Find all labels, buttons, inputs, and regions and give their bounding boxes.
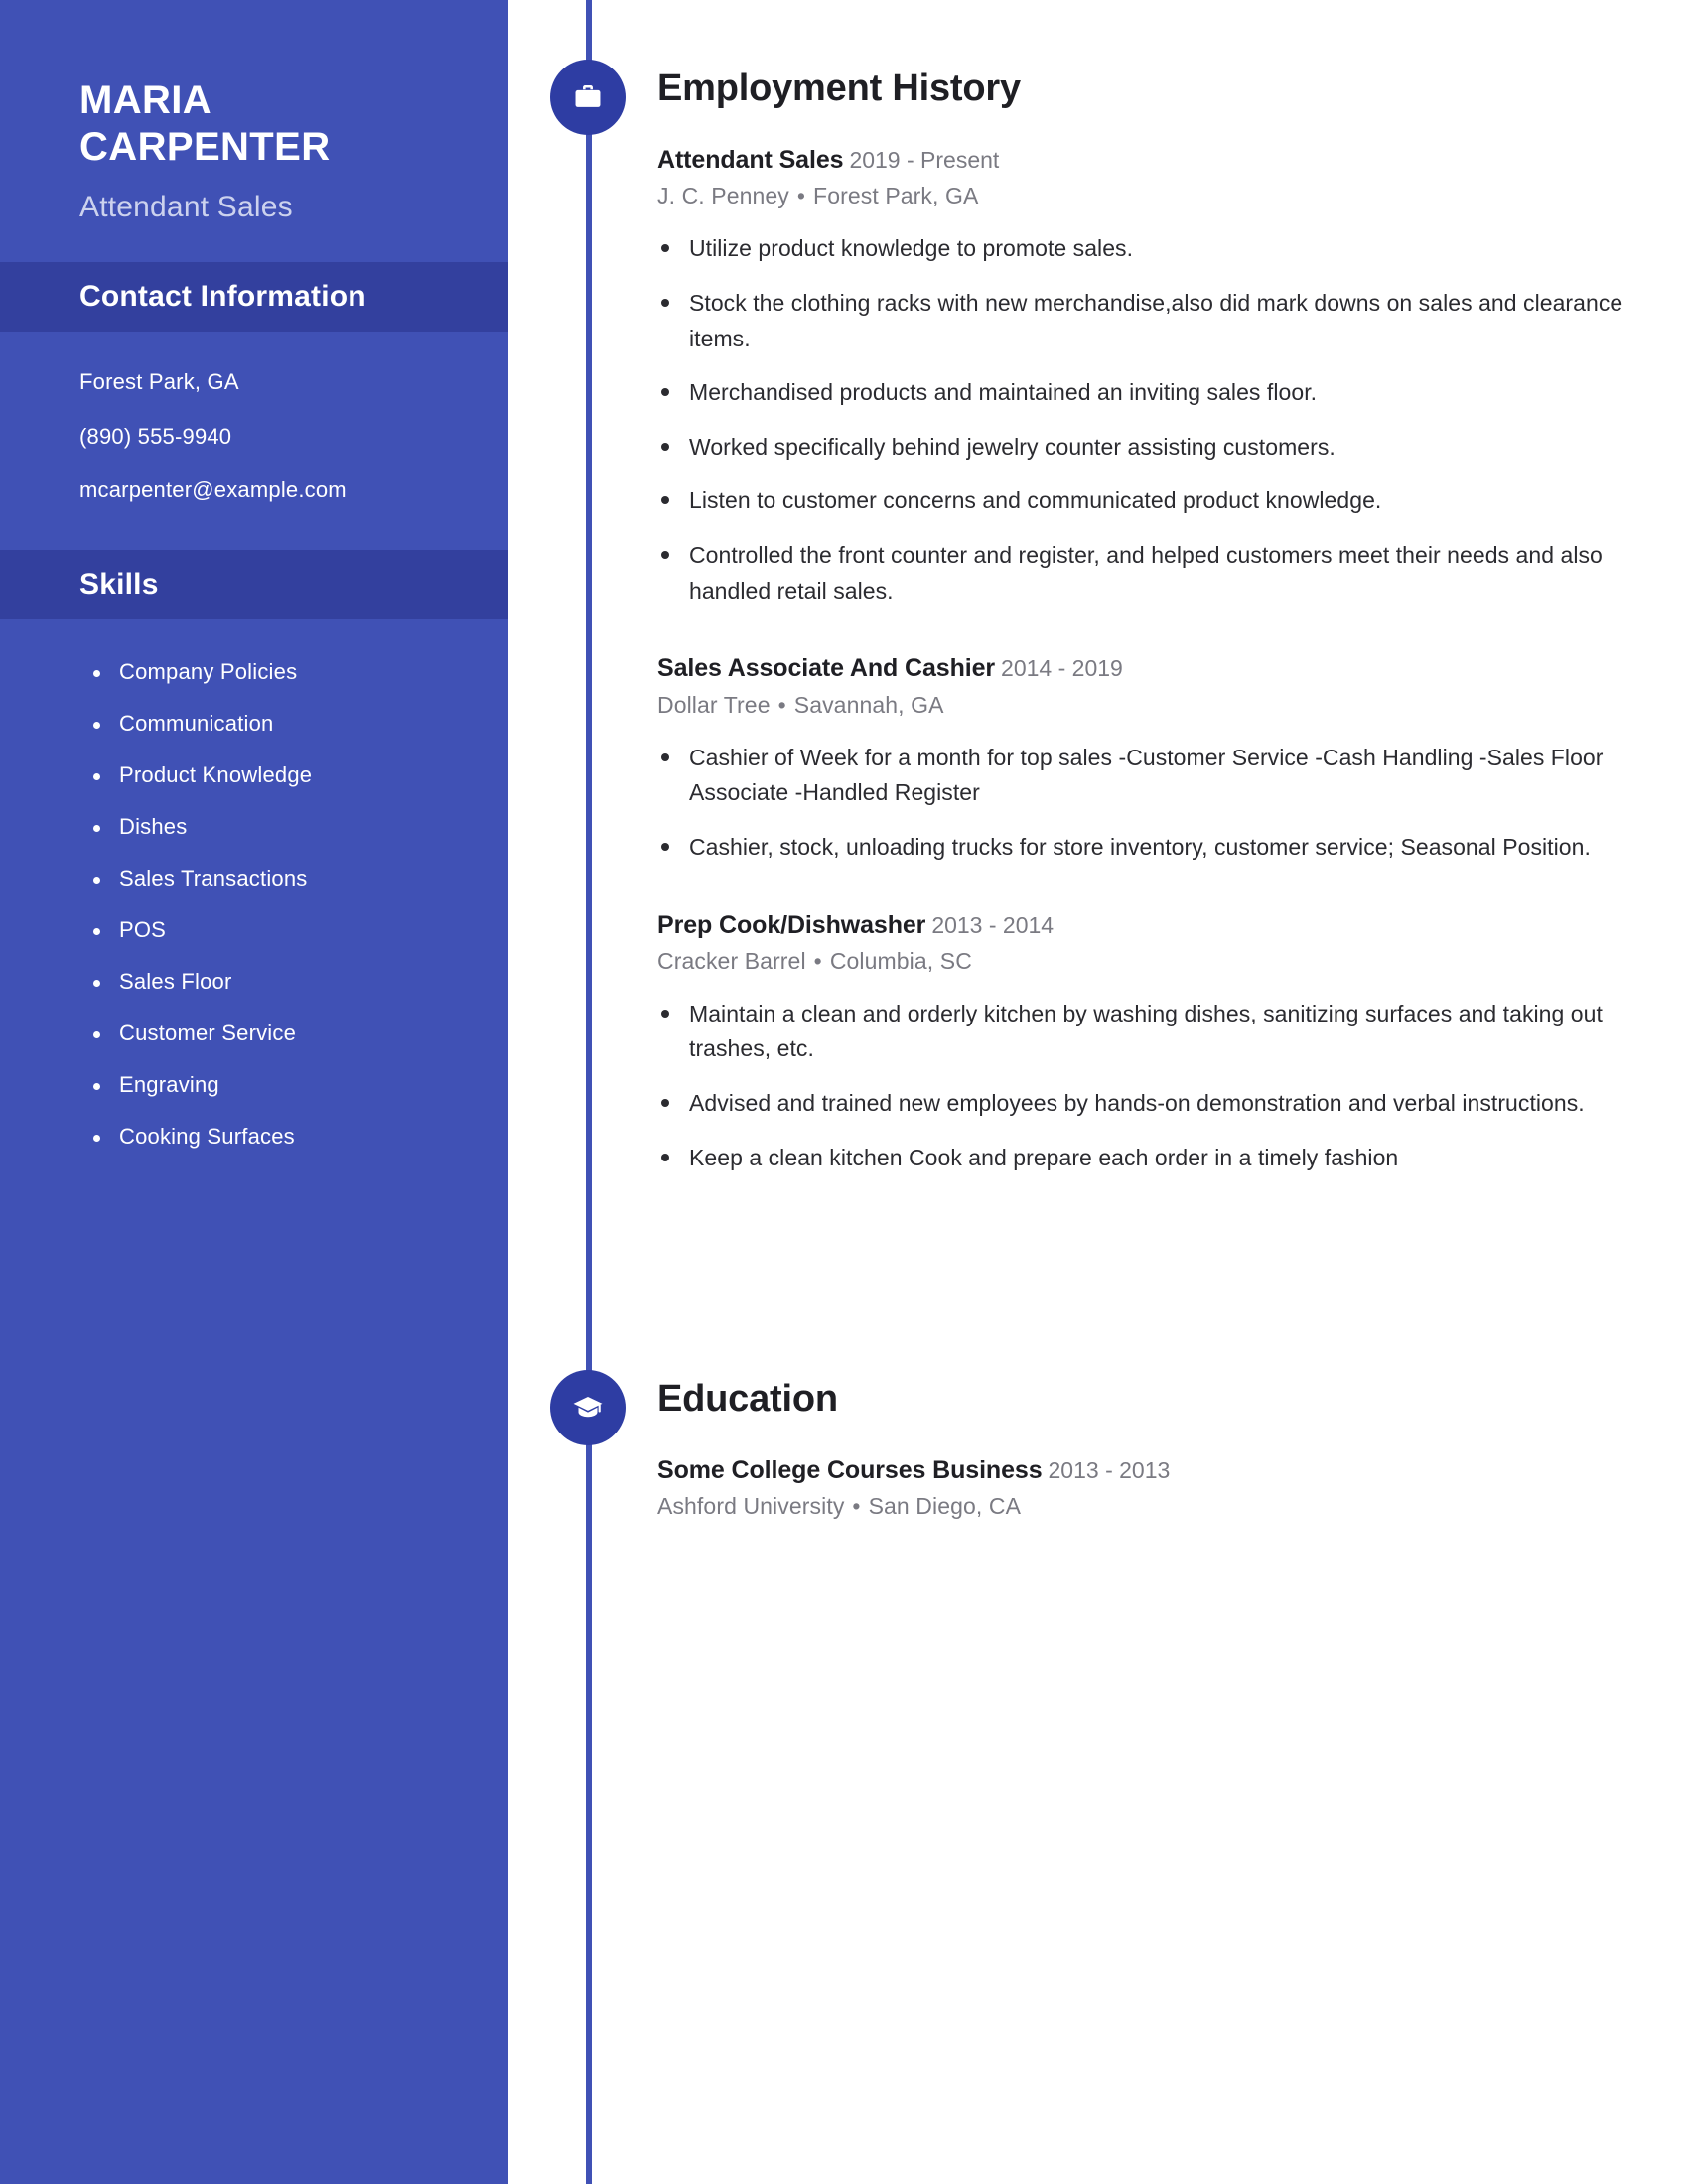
entry-bullets: Utilize product knowledge to promote sal…	[657, 231, 1688, 609]
entry-bullets: Cashier of Week for a month for top sale…	[657, 741, 1688, 866]
entry-location: Forest Park, GA	[813, 183, 979, 209]
list-item: Sales Floor	[85, 969, 508, 995]
list-item: Utilize product knowledge to promote sal…	[657, 231, 1650, 267]
education-entry: Some College Courses Business 2013 - 2013…	[657, 1455, 1688, 1520]
briefcase-icon	[550, 60, 626, 135]
bullet-separator-icon: •	[796, 183, 806, 209]
list-item: Dishes	[85, 814, 508, 840]
list-item: Cooking Surfaces	[85, 1124, 508, 1150]
entry-subtitle: Cracker Barrel • Columbia, SC	[657, 948, 1688, 975]
entry-company: Cracker Barrel	[657, 947, 806, 974]
section-employment-history: Employment History Attendant Sales 2019 -…	[508, 60, 1688, 1194]
entry-dates: 2013 - 2014	[931, 911, 1055, 938]
page-title: Employment History	[657, 68, 1021, 109]
list-item: Cashier, stock, unloading trucks for sto…	[657, 830, 1650, 866]
entry-location: San Diego, CA	[868, 1493, 1022, 1520]
entry-dates: 2013 - 2013	[1048, 1457, 1171, 1483]
contact-email[interactable]: mcarpenter@example.com	[79, 478, 508, 503]
bullet-separator-icon: •	[777, 691, 786, 718]
entry-company: J. C. Penney	[657, 183, 789, 209]
name-block: MARIA CARPENTER Attendant Sales	[0, 0, 508, 224]
entry-role: Attendant Sales	[657, 146, 844, 174]
page-title: Education	[657, 1378, 838, 1420]
bullet-separator-icon: •	[813, 947, 822, 974]
section-header: Employment History	[508, 60, 1688, 135]
entry-subtitle: Dollar Tree • Savannah, GA	[657, 692, 1688, 719]
entry-degree: Some College Courses Business	[657, 1456, 1043, 1484]
list-item: Controlled the front counter and registe…	[657, 538, 1650, 609]
list-item: Engraving	[85, 1072, 508, 1098]
entry-subtitle: Ashford University • San Diego, CA	[657, 1493, 1688, 1520]
employment-entry: Attendant Sales 2019 - Present J. C. Penn…	[657, 145, 1688, 609]
graduation-cap-icon	[550, 1370, 626, 1445]
list-item: Worked specifically behind jewelry count…	[657, 430, 1650, 466]
contact-phone[interactable]: (890) 555-9940	[79, 424, 508, 450]
section-header: Education	[508, 1370, 1688, 1445]
list-item: Cashier of Week for a month for top sale…	[657, 741, 1650, 811]
headline-job-title: Attendant Sales	[79, 191, 293, 224]
entry-role: Prep Cook/Dishwasher	[657, 910, 926, 939]
list-item: Keep a clean kitchen Cook and prepare ea…	[657, 1141, 1650, 1176]
sidebar: MARIA CARPENTER Attendant Sales Contact …	[0, 0, 508, 2184]
entry-company: Dollar Tree	[657, 691, 771, 718]
list-item: Communication	[85, 711, 508, 737]
skills-section-header: Skills	[0, 549, 508, 619]
entry-school: Ashford University	[657, 1493, 845, 1520]
entry-headline: Sales Associate And Cashier 2014 - 2019	[657, 653, 1688, 684]
list-item: Stock the clothing racks with new mercha…	[657, 286, 1650, 356]
contact-section-header: Contact Information	[0, 262, 508, 333]
entry-headline: Some College Courses Business 2013 - 2013	[657, 1455, 1688, 1486]
employment-entry: Prep Cook/Dishwasher 2013 - 2014 Cracker …	[657, 910, 1688, 1176]
skills-heading: Skills	[79, 567, 159, 601]
list-item: Product Knowledge	[85, 762, 508, 788]
entry-headline: Prep Cook/Dishwasher 2013 - 2014	[657, 910, 1688, 941]
list-item: Sales Transactions	[85, 866, 508, 891]
entry-subtitle: J. C. Penney • Forest Park, GA	[657, 183, 1688, 209]
contact-location: Forest Park, GA	[79, 369, 239, 395]
entry-dates: 2014 - 2019	[1001, 655, 1123, 682]
bullet-separator-icon: •	[852, 1493, 861, 1520]
employment-entries: Attendant Sales 2019 - Present J. C. Penn…	[508, 135, 1688, 1175]
entry-location: Savannah, GA	[793, 691, 944, 718]
section-education: Education Some College Courses Business 2…	[508, 1370, 1688, 1528]
list-item: Advised and trained new employees by han…	[657, 1086, 1650, 1122]
list-item: Merchandised products and maintained an …	[657, 375, 1650, 411]
contact-list: Forest Park, GA (890) 555-9940 mcarpente…	[0, 332, 508, 503]
entry-bullets: Maintain a clean and orderly kitchen by …	[657, 997, 1688, 1176]
contact-heading: Contact Information	[79, 280, 366, 314]
employment-entry: Sales Associate And Cashier 2014 - 2019 D…	[657, 653, 1688, 865]
first-name: MARIA	[79, 78, 212, 122]
entry-headline: Attendant Sales 2019 - Present	[657, 145, 1688, 176]
entry-role: Sales Associate And Cashier	[657, 654, 996, 683]
entry-location: Columbia, SC	[829, 947, 972, 974]
main-content: Employment History Attendant Sales 2019 -…	[508, 0, 1688, 2184]
skills-list: Company Policies Communication Product K…	[0, 619, 508, 1150]
list-item: Customer Service	[85, 1021, 508, 1046]
list-item: Listen to customer concerns and communic…	[657, 483, 1650, 519]
education-entries: Some College Courses Business 2013 - 2013…	[508, 1445, 1688, 1520]
last-name: CARPENTER	[79, 125, 331, 170]
list-item: POS	[85, 917, 508, 943]
resume-page: MARIA CARPENTER Attendant Sales Contact …	[0, 0, 1688, 2184]
list-item: Company Policies	[85, 659, 508, 685]
list-item: Maintain a clean and orderly kitchen by …	[657, 997, 1650, 1067]
entry-dates: 2019 - Present	[849, 147, 1000, 173]
